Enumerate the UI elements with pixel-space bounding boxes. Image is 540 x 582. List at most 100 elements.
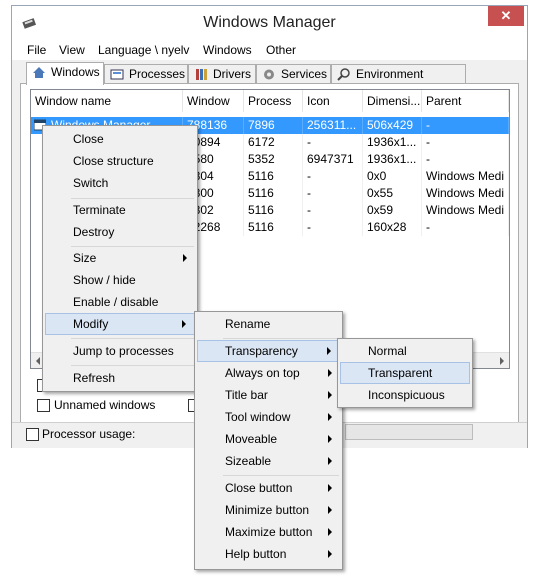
cell-icon: 6947371 [303,151,363,168]
modify-submenu: Rename Transparency Always on top Title … [194,311,343,570]
submenu-arrow-icon [328,457,332,465]
cell-parent: - [422,117,509,134]
menu-item-label: Modify [73,317,109,331]
menu-view[interactable]: View [59,43,85,57]
menu-item-label: Title bar [225,388,268,402]
cell-parent: Windows Medi [422,202,509,219]
menu-item-normal[interactable]: Normal [340,340,470,362]
column-header-window-name[interactable]: Window name [31,90,183,112]
drivers-icon [196,69,207,80]
processor-usage-checkbox[interactable] [26,428,39,441]
menu-item-jump-to-processes[interactable]: Jump to processes [45,340,195,362]
transparency-submenu: Normal Transparent Inconspicuous [337,338,473,408]
column-header-process[interactable]: Process [244,90,303,112]
menu-item-enable-disable[interactable]: Enable / disable [45,291,195,313]
tab-label: Windows [51,65,100,79]
processor-usage-label: Processor usage: [42,427,136,441]
menu-item-maximize-button[interactable]: Maximize button [197,521,340,543]
menu-item-size[interactable]: Size [45,247,195,269]
cell-dimensions: 0x59 [363,202,422,219]
menu-separator [71,338,194,339]
menu-item-help-button[interactable]: Help button [197,543,340,565]
column-header-icon[interactable]: Icon [303,90,363,112]
menu-language[interactable]: Language \ nyelv [98,43,189,57]
tab-services[interactable]: Services [256,64,331,84]
menu-separator [71,365,194,366]
menu-item-show-hide[interactable]: Show / hide [45,269,195,291]
menu-item-close[interactable]: Close [45,128,195,150]
submenu-arrow-icon [183,254,187,262]
cell-process: 5116 [244,202,303,219]
menu-item-refresh[interactable]: Refresh [45,367,195,389]
scroll-left-icon[interactable] [36,357,40,365]
cell-process: 5116 [244,168,303,185]
column-header-dimensions[interactable]: Dimensi... [363,90,422,112]
cell-process: 7896 [244,117,303,134]
menu-item-label: Size [73,251,97,265]
menu-item-minimize-button[interactable]: Minimize button [197,499,340,521]
scroll-right-icon[interactable] [500,357,504,365]
submenu-arrow-icon [328,391,332,399]
submenu-arrow-icon [327,347,331,355]
close-window-button[interactable]: ✕ [488,6,524,26]
cell-process: 5352 [244,151,303,168]
menu-item-title-bar[interactable]: Title bar [197,384,340,406]
cell-icon: 256311... [303,117,363,134]
cell-parent: - [422,219,509,236]
submenu-arrow-icon [328,550,332,558]
house-icon [33,67,45,78]
menu-item-close-button[interactable]: Close button [197,477,340,499]
submenu-arrow-icon [328,369,332,377]
cell-icon: - [303,202,363,219]
tab-label: Processes [129,67,186,81]
tab-label: Drivers [213,67,251,81]
cell-icon: - [303,185,363,202]
menu-separator [223,475,339,476]
menu-item-label: Moveable [225,432,278,446]
cell-process: 5116 [244,219,303,236]
menu-item-label: Tool window [225,410,291,424]
menu-item-destroy[interactable]: Destroy [45,221,195,243]
menu-item-always-on-top[interactable]: Always on top [197,362,340,384]
title-bar[interactable]: Windows Manager ✕ [12,6,527,40]
column-header-window[interactable]: Window [183,90,244,112]
menu-item-transparency[interactable]: Transparency [197,340,340,362]
menu-item-label: Maximize button [225,525,313,539]
menu-item-transparent[interactable]: Transparent [340,362,470,384]
tab-environment-variables[interactable]: Environment variables [331,64,466,100]
submenu-arrow-icon [328,413,332,421]
menu-item-label: Close button [225,481,293,495]
menu-other[interactable]: Other [266,43,296,57]
column-header-parent[interactable]: Parent [422,90,509,112]
submenu-arrow-icon [328,435,332,443]
menu-item-moveable[interactable]: Moveable [197,428,340,450]
cell-dimensions: 160x28 [363,219,422,236]
unnamed-windows-checkbox[interactable] [37,399,50,412]
magnifier-icon [337,68,350,81]
processor-usage-bar [345,424,473,440]
menu-item-label: Help button [225,547,287,561]
menu-file[interactable]: File [27,43,46,57]
menu-item-label: Sizeable [225,454,272,468]
tab-windows[interactable]: Windows [26,62,104,85]
tab-processes[interactable]: Processes [104,64,188,84]
menu-item-rename[interactable]: Rename [197,313,340,335]
cell-process: 6172 [244,134,303,151]
window-title: Windows Manager [203,14,336,31]
cell-dimensions: 506x429 [363,117,422,134]
menu-item-switch[interactable]: Switch [45,172,195,194]
cell-dimensions: 1936x1... [363,151,422,168]
menu-item-inconspicuous[interactable]: Inconspicuous [340,384,470,406]
menu-item-sizeable[interactable]: Sizeable [197,450,340,472]
tab-drivers[interactable]: Drivers [188,64,256,84]
menu-item-terminate[interactable]: Terminate [45,199,195,221]
menu-item-tool-window[interactable]: Tool window [197,406,340,428]
menu-item-modify[interactable]: Modify [45,313,195,335]
services-icon [264,69,274,80]
submenu-arrow-icon [328,484,332,492]
cell-icon: - [303,134,363,151]
menu-item-close-structure[interactable]: Close structure [45,150,195,172]
cell-icon: - [303,168,363,185]
cell-dimensions: 1936x1... [363,134,422,151]
menu-windows[interactable]: Windows [203,43,252,57]
